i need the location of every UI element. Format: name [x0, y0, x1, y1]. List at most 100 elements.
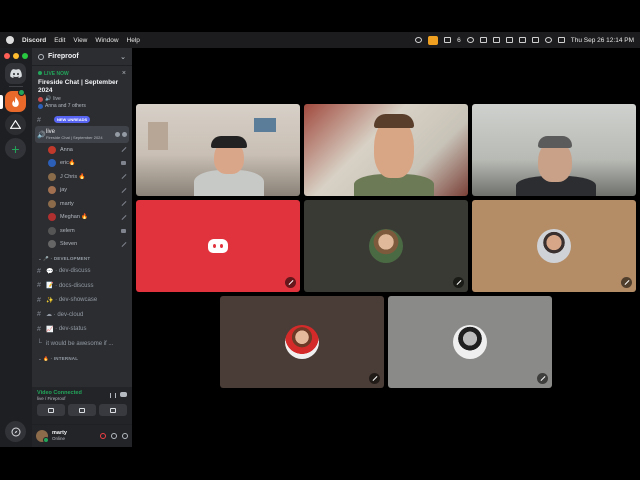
mic-muted-icon	[121, 201, 126, 206]
menu-extra-icon[interactable]	[492, 37, 500, 43]
mic-muted-icon[interactable]	[100, 433, 106, 439]
activities-button[interactable]	[99, 404, 127, 416]
video-tile[interactable]	[472, 104, 636, 196]
voice-user[interactable]: J Chris 🔥	[32, 170, 132, 184]
wifi-icon[interactable]	[544, 37, 552, 43]
avatar[interactable]	[36, 430, 49, 443]
clock[interactable]: Thu Sep 26 12:14 PM	[571, 37, 634, 44]
channel-dev-cloud[interactable]: # ☁ · dev-cloud	[32, 308, 132, 323]
voice-channel-live[interactable]: 🔊 live Fireside Chat | September 2024	[35, 126, 129, 143]
attendee-avatar	[38, 103, 43, 109]
voice-user[interactable]: selem	[32, 224, 132, 238]
avatar	[48, 172, 56, 181]
server-peak[interactable]	[5, 114, 26, 135]
disconnect-icon[interactable]	[120, 392, 127, 397]
hash-icon: #	[37, 116, 41, 124]
mic-muted-icon	[537, 373, 548, 384]
hash-icon: #	[37, 296, 41, 304]
invite-icon[interactable]	[122, 132, 127, 137]
discover-button[interactable]	[5, 421, 26, 442]
chat-icon[interactable]	[115, 132, 120, 137]
control-center-icon[interactable]	[557, 37, 565, 43]
mic-muted-icon	[121, 188, 126, 193]
video-tile[interactable]	[136, 104, 300, 196]
chevron-down-icon[interactable]: ⌄	[120, 53, 126, 61]
menu-view[interactable]: View	[73, 37, 87, 44]
menu-extra-icon[interactable]	[531, 37, 539, 43]
live-now-label: LIVE NOW	[38, 71, 126, 77]
camera-toggle-button[interactable]	[37, 404, 65, 416]
channel-dev-discuss[interactable]: # 💬 · dev-discuss	[32, 264, 132, 279]
close-window-icon[interactable]	[4, 53, 10, 59]
avatar	[48, 213, 56, 222]
avatar	[48, 240, 56, 249]
event-host-avatar	[38, 96, 43, 102]
category-internal[interactable]: ⌄ 🔥 · INTERNAL	[32, 351, 132, 364]
participant-tile[interactable]	[220, 296, 384, 388]
hash-icon: #	[37, 325, 41, 333]
server-header[interactable]: Fireproof ⌄	[32, 48, 132, 66]
menu-window[interactable]: Window	[95, 37, 118, 44]
avatar	[369, 229, 403, 263]
headphones-icon	[211, 136, 247, 148]
live-event-card[interactable]: LIVE NOW × Fireside Chat | September 202…	[32, 66, 132, 114]
selected-server-indicator	[0, 95, 3, 109]
hash-icon: #	[37, 267, 41, 275]
menu-extra-icon[interactable]	[479, 37, 487, 43]
window-controls	[4, 53, 28, 59]
channel-dev-status[interactable]: # 📈 · dev-status	[32, 322, 132, 337]
voice-user[interactable]: Steven	[32, 238, 132, 252]
new-unreads-pill[interactable]: NEW UNREADS	[54, 116, 91, 123]
record-icon[interactable]	[466, 37, 474, 43]
participant-hair	[374, 114, 414, 128]
activities-icon	[110, 407, 116, 413]
menu-help[interactable]: Help	[127, 37, 140, 44]
server-icon	[38, 53, 44, 60]
voice-user[interactable]: eric🔥	[32, 157, 132, 171]
close-icon[interactable]: ×	[122, 70, 126, 77]
voice-connection-panel: Video Connected live / Fireproof	[32, 387, 132, 425]
add-server-button[interactable]: +	[5, 138, 26, 159]
channel-docs-discuss[interactable]: # 📝 · docs-discuss	[32, 279, 132, 294]
status-icon[interactable]	[415, 37, 423, 43]
voice-user[interactable]: Meghan 🔥	[32, 211, 132, 225]
minimize-window-icon[interactable]	[13, 53, 19, 59]
mic-muted-icon	[285, 277, 296, 288]
participant-tile[interactable]	[304, 200, 468, 292]
home-button[interactable]	[5, 63, 26, 84]
camera-icon	[121, 228, 126, 233]
participant-tile[interactable]	[472, 200, 636, 292]
avatar	[453, 325, 487, 359]
noise-suppression-icon[interactable]	[110, 393, 116, 398]
participant-tile[interactable]	[136, 200, 300, 292]
apple-icon[interactable]	[6, 36, 14, 44]
menu-edit[interactable]: Edit	[54, 37, 65, 44]
voice-user[interactable]: Anna	[32, 143, 132, 157]
hash-icon: #	[37, 311, 41, 319]
channel-dev-showcase[interactable]: # ✨ · dev-showcase	[32, 293, 132, 308]
cloud-icon: ☁	[46, 312, 52, 319]
speaker-icon: 🔊	[37, 131, 46, 139]
avatar	[48, 159, 56, 168]
video-tile[interactable]	[304, 104, 468, 196]
hash-icon: #	[37, 282, 41, 290]
mountain-icon	[10, 120, 21, 129]
gear-icon[interactable]	[122, 433, 128, 439]
category-development[interactable]: ⌄ 🎤 · DEVELOPMENT	[32, 251, 132, 264]
thread-item[interactable]: └ it would be awesome if ...	[32, 337, 132, 352]
speaker-icon: 🔊	[45, 96, 52, 102]
app-badge-icon[interactable]	[428, 35, 439, 45]
headphones-icon[interactable]	[111, 433, 117, 439]
participant-tile[interactable]	[388, 296, 552, 388]
voice-user[interactable]: jay	[32, 184, 132, 198]
zoom-window-icon[interactable]	[22, 53, 28, 59]
screen-share-icon	[79, 407, 85, 413]
menu-app-discord[interactable]: Discord	[22, 37, 46, 44]
voice-user[interactable]: marty	[32, 197, 132, 211]
user-panel: marty Online	[32, 425, 132, 447]
screen-share-button[interactable]	[68, 404, 96, 416]
channel-row-unread[interactable]: # NEW UNREADS	[32, 114, 132, 126]
menu-extra-icon[interactable]	[444, 37, 452, 43]
battery-icon[interactable]	[518, 37, 526, 43]
menu-extra-icon[interactable]	[505, 37, 513, 43]
